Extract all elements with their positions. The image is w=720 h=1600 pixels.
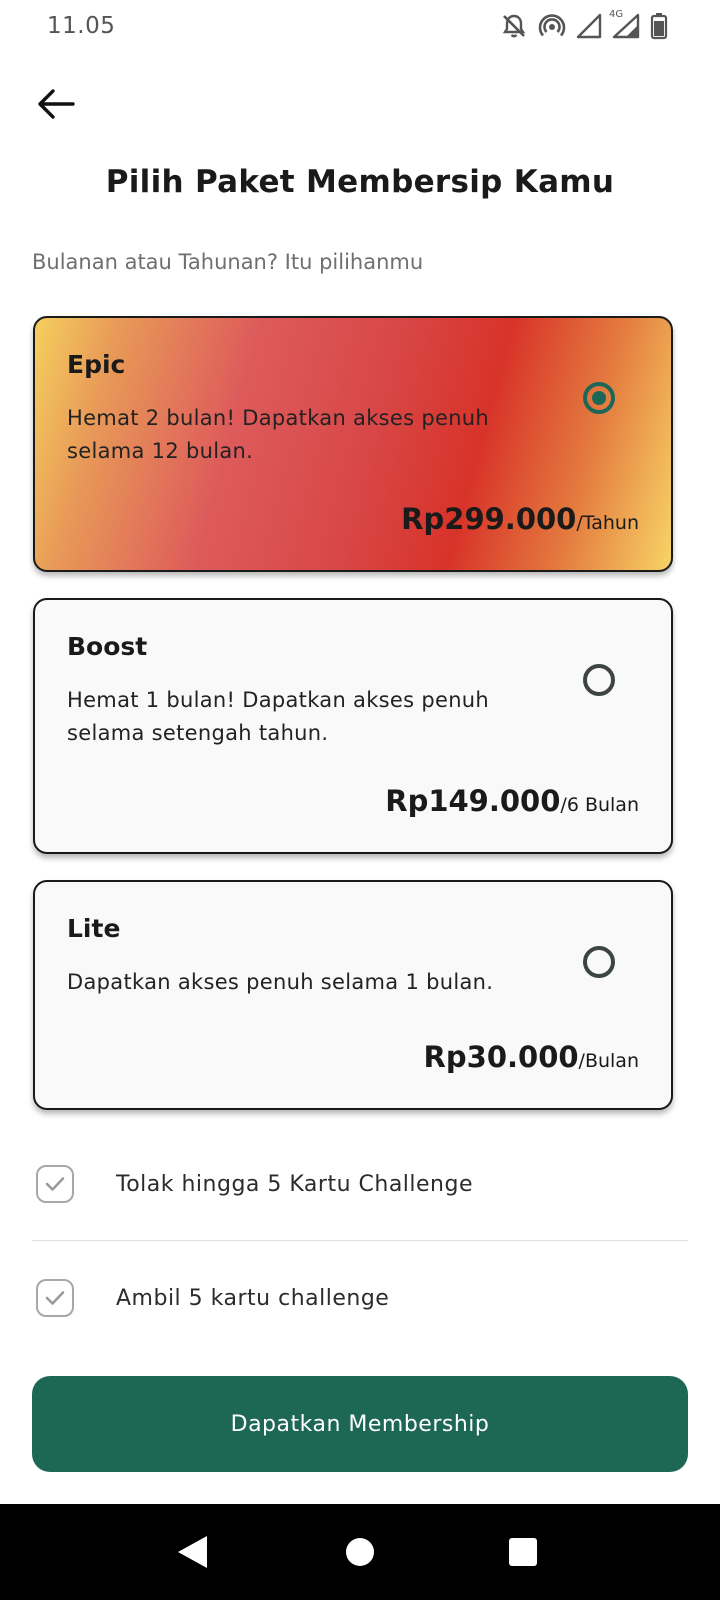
- plan-card-epic[interactable]: Epic Hemat 2 bulan! Dapatkan akses penuh…: [33, 316, 673, 572]
- checkbox-icon: [36, 1279, 74, 1317]
- status-time: 11.05: [47, 13, 116, 39]
- plan-description: Hemat 2 bulan! Dapatkan akses penuh sela…: [67, 406, 490, 463]
- plan-name: Epic: [67, 350, 126, 379]
- plan-radio-epic[interactable]: [583, 382, 615, 414]
- back-button[interactable]: [32, 82, 80, 130]
- get-membership-button[interactable]: Dapatkan Membership: [32, 1376, 688, 1472]
- system-nav-bar: [0, 1504, 720, 1600]
- hotspot-icon: [538, 12, 566, 40]
- plan-price-period: /Bulan: [578, 1050, 639, 1072]
- plan-card-lite[interactable]: Lite Dapatkan akses penuh selama 1 bulan…: [33, 880, 673, 1110]
- signal-icon: [576, 13, 602, 39]
- plan-price-period: /6 Bulan: [560, 794, 639, 816]
- status-bar: 11.05 4G: [0, 0, 720, 56]
- bell-off-icon: [500, 12, 528, 40]
- plan-price: Rp30.000/Bulan: [424, 1040, 639, 1074]
- plan-radio-lite[interactable]: [583, 946, 615, 978]
- plan-price: Rp149.000/6 Bulan: [385, 784, 639, 818]
- plan-price-amount: Rp30.000: [423, 1040, 579, 1074]
- battery-icon: [650, 12, 668, 40]
- arrow-left-icon: [36, 88, 76, 124]
- plan-description: Hemat 1 bulan! Dapatkan akses penuh sela…: [67, 688, 490, 745]
- plan-price-amount: Rp299.000: [401, 502, 577, 536]
- feature-label: Tolak hingga 5 Kartu Challenge: [116, 1171, 473, 1197]
- nav-back-icon[interactable]: [172, 1532, 212, 1572]
- nav-recents-icon[interactable]: [503, 1532, 543, 1572]
- plan-price: Rp299.000/Tahun: [401, 502, 639, 536]
- plan-name: Lite: [67, 914, 121, 943]
- feature-label: Ambil 5 kartu challenge: [116, 1285, 390, 1311]
- feature-item: Ambil 5 kartu challenge: [32, 1268, 688, 1328]
- network-type-label: 4G: [609, 9, 624, 20]
- plan-description: Dapatkan akses penuh selama 1 bulan.: [67, 970, 494, 994]
- plan-price-amount: Rp149.000: [385, 784, 561, 818]
- divider: [32, 1240, 688, 1241]
- plan-name: Boost: [67, 632, 148, 661]
- nav-home-icon[interactable]: [340, 1532, 380, 1572]
- page-subtitle: Bulanan atau Tahunan? Itu pilihanmu: [32, 250, 424, 274]
- status-icons: 4G: [500, 9, 668, 40]
- plan-price-period: /Tahun: [576, 512, 639, 534]
- checkbox-icon: [36, 1165, 74, 1203]
- signal-4g-icon: 4G: [609, 9, 640, 39]
- feature-item: Tolak hingga 5 Kartu Challenge: [32, 1154, 688, 1214]
- plan-card-boost[interactable]: Boost Hemat 1 bulan! Dapatkan akses penu…: [33, 598, 673, 854]
- page-title: Pilih Paket Membersip Kamu: [105, 164, 615, 200]
- plan-radio-boost[interactable]: [583, 664, 615, 696]
